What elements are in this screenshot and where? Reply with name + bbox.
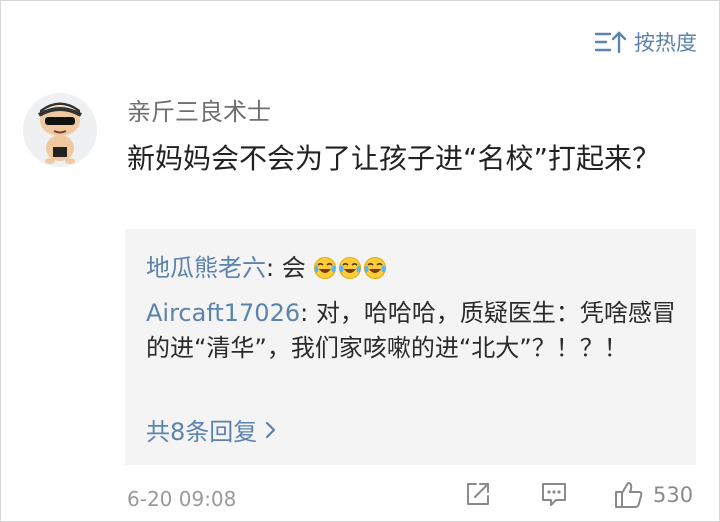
thumbs-up-icon (615, 482, 643, 508)
comment-button[interactable] (539, 479, 569, 509)
comment-username[interactable]: 亲斤三良术士 (127, 92, 271, 127)
sort-label: 按热度 (634, 31, 697, 55)
more-replies-label: 共8条回复 (146, 418, 258, 446)
sort-by-hot-button[interactable]: 按热度 (594, 27, 697, 57)
reply-author[interactable]: Aircaft17026 (146, 299, 300, 327)
reply-item: Aircaft17026: 对，哈哈哈，质疑医生：凭啥感冒的进“清华”，我们家咳… (146, 296, 686, 366)
comment-text: 新妈妈会不会为了让孩子进“名校”打起来？ (127, 142, 661, 175)
share-button[interactable] (463, 479, 493, 509)
avatar[interactable] (23, 93, 97, 167)
like-count: 530 (653, 483, 694, 507)
reply-author[interactable]: 地瓜熊老六 (146, 254, 266, 282)
reply-text: 会 (281, 254, 306, 282)
laugh-cry-emoji (338, 255, 362, 290)
comment-timestamp: 6-20 09:08 (127, 487, 237, 511)
like-button[interactable]: 530 (613, 479, 693, 511)
reply-separator: : (300, 299, 316, 327)
laugh-cry-emoji (363, 255, 387, 290)
sort-up-icon (594, 31, 627, 54)
share-icon (467, 483, 489, 505)
view-all-replies-link[interactable]: 共8条回复 (146, 412, 277, 447)
reply-separator: : (266, 254, 282, 282)
reply-preview-box[interactable]: 地瓜熊老六: 会 Aircaft17026: 对，哈哈哈，质疑医生：凭啥感冒的进… (125, 229, 696, 465)
laugh-cry-emoji (313, 255, 337, 290)
chevron-right-icon (266, 421, 276, 438)
reply-item: 地瓜熊老六: 会 (146, 251, 686, 290)
comment-icon (542, 483, 566, 506)
